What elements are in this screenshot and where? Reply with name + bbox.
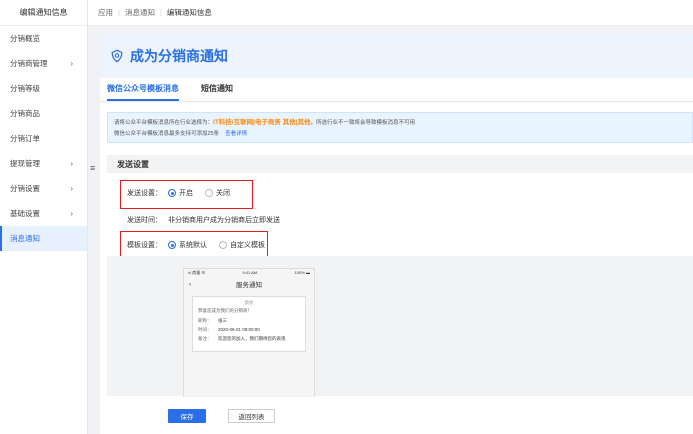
sidebar-item-label: 分销等级 (10, 84, 40, 93)
card-description: 恭喜您成为我们的分销商！ (198, 308, 252, 313)
breadcrumb-separator: | (159, 8, 162, 17)
sidebar-item-label: 分销概览 (10, 34, 40, 43)
sidebar-item-label: 分销商管理 (10, 59, 48, 68)
sidebar-header: 编辑通知信息 (0, 0, 87, 26)
chevron-right-icon: › (70, 159, 73, 168)
phone-nav-title: 服务通知 (236, 282, 262, 289)
phone-status-bar: ııl 商量 ☰ 9:41 AM 100% ▬ (184, 269, 314, 277)
chevron-right-icon: › (70, 184, 73, 193)
notice-text: ，所选行业不一致将会导致模板消息不可用 (310, 120, 416, 126)
card-field: 备注： 欢迎您的加入，我们期待您的表现 (198, 336, 300, 342)
carrier-text: ııl 商量 ☰ (188, 270, 205, 275)
section-title: 发送设置 (107, 155, 693, 173)
tab-wechat-template[interactable]: 微信公众号模板消息 (107, 83, 179, 101)
card-field: 昵称： 张三 (198, 318, 300, 324)
breadcrumb-current: 编辑通知信息 (166, 8, 212, 17)
phone-nav-bar: ‹ 服务通知 (184, 277, 314, 291)
page-header: 成为分销商通知 (100, 34, 693, 78)
sidebar-item-withdrawals[interactable]: 提现管理 › (0, 151, 87, 176)
sidebar-item-notifications[interactable]: 消息通知 (0, 226, 87, 251)
sidebar-item-distributors[interactable]: 分销商管理 › (0, 51, 87, 76)
info-notice: 请将公众平台模板消息所在行业选择为：IT科技/互联网|电子商务 其他|其他，所选… (107, 112, 693, 143)
sidebar-item-distribution-settings[interactable]: 分销设置 › (0, 176, 87, 201)
save-button[interactable]: 保存 (168, 409, 206, 423)
sidebar-item-label: 消息通知 (10, 234, 40, 243)
page-title: 成为分销商通知 (130, 48, 228, 64)
sidebar-item-label: 提现管理 (10, 159, 40, 168)
chevron-right-icon: › (70, 59, 73, 68)
notice-industry-highlight: IT科技/互联网|电子商务 其他|其他 (213, 119, 311, 126)
shield-icon (111, 49, 123, 63)
annotation-box (120, 231, 268, 259)
field-key: 昵称： (198, 318, 212, 323)
menu-collapse-icon[interactable]: ≡ (90, 163, 95, 173)
send-time-label: 发送时间： (127, 217, 162, 224)
field-value: 欢迎您的加入，我们期待您的表现 (218, 336, 286, 341)
main-content: 成为分销商通知 微信公众号模板消息 短信通知 请将公众平台模板消息所在行业选择为… (100, 34, 693, 434)
battery-icon: 100% ▬ (294, 270, 310, 275)
template-preview-area: ııl 商量 ☰ 9:41 AM 100% ▬ ‹ 服务通知 模板 恭喜您成为我… (107, 256, 693, 403)
notice-text: 请将公众平台模板消息所在行业选择为： (114, 120, 214, 126)
notice-text: 微信公众平台模板消息最多支持可添加25条 (114, 131, 220, 137)
tab-bar: 微信公众号模板消息 短信通知 (107, 83, 255, 101)
card-field: 时间： 2020-06-01 09:00:00 (198, 327, 300, 333)
breadcrumb: 应用 | 消息通知 | 编辑通知信息 (88, 0, 693, 26)
send-time-value: 非分销商用户成为分销商后立即发送 (168, 217, 280, 224)
field-key: 备注： (198, 336, 212, 341)
annotation-box (120, 180, 253, 209)
sidebar: 编辑通知信息 分销概览 分销商管理 › 分销等级 分销商品 分销订单 提现管理 › … (0, 0, 88, 434)
view-details-link[interactable]: 查看详情 (225, 131, 247, 137)
tab-sms[interactable]: 短信通知 (201, 83, 233, 101)
field-key: 时间： (198, 327, 212, 332)
breadcrumb-separator: | (118, 8, 120, 17)
sidebar-item-orders[interactable]: 分销订单 (0, 126, 87, 151)
sidebar-item-basic-settings[interactable]: 基础设置 › (0, 201, 87, 226)
clock-text: 9:41 AM (242, 270, 258, 275)
sidebar-item-levels[interactable]: 分销等级 (0, 76, 87, 101)
field-value: 2020-06-01 09:00:00 (218, 327, 260, 332)
sidebar-item-label: 分销商品 (10, 109, 40, 118)
phone-preview: ııl 商量 ☰ 9:41 AM 100% ▬ ‹ 服务通知 模板 恭喜您成为我… (183, 268, 315, 403)
sidebar-item-overview[interactable]: 分销概览 (0, 26, 87, 51)
sidebar-item-label: 基础设置 (10, 209, 40, 218)
action-bar: 保存 返回列表 (100, 397, 693, 434)
breadcrumb-apps[interactable]: 应用 (98, 7, 113, 18)
sidebar-item-products[interactable]: 分销商品 (0, 101, 87, 126)
field-value: 张三 (218, 318, 227, 323)
chevron-right-icon: › (70, 209, 73, 218)
tab-divider (100, 101, 693, 102)
sidebar-item-label: 分销设置 (10, 184, 40, 193)
breadcrumb-notifications[interactable]: 消息通知 (125, 7, 155, 18)
message-card: 模板 恭喜您成为我们的分销商！ 昵称： 张三 时间： 2020-06-01 09:0… (192, 296, 306, 352)
card-title: 模板 (244, 300, 254, 305)
send-time-row: 发送时间： 非分销商用户成为分销商后立即发送 (127, 215, 280, 225)
back-to-list-button[interactable]: 返回列表 (228, 409, 275, 423)
sidebar-item-label: 分销订单 (10, 134, 40, 143)
